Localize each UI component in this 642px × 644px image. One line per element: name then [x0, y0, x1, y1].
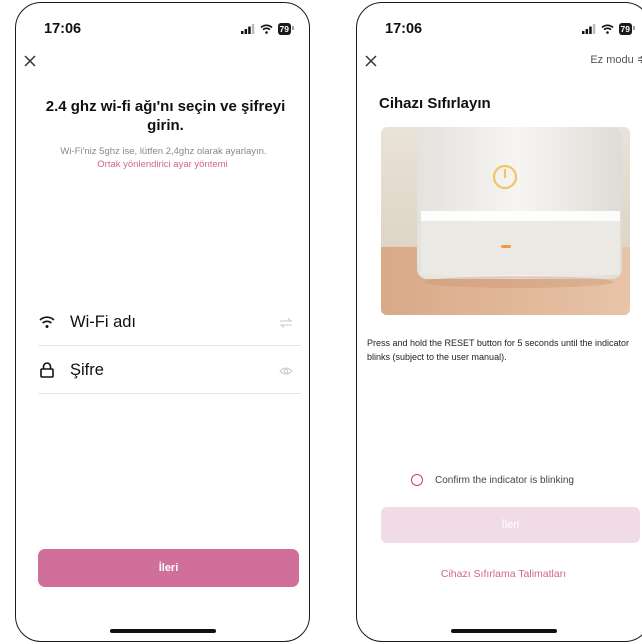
signal-icon: [582, 24, 596, 34]
close-icon[interactable]: [363, 53, 379, 69]
eye-icon[interactable]: [279, 365, 293, 377]
confirm-blinking-option[interactable]: Confirm the indicator is blinking: [411, 474, 574, 486]
signal-icon: [241, 24, 255, 34]
page-subtitle: Wi-Fi'niz 5ghz ise, lütfen 2,4ghz olarak…: [24, 146, 303, 158]
wifi-name-label: Wi-Fi adı: [70, 313, 136, 332]
next-button-disabled[interactable]: İleri: [381, 507, 640, 543]
page-title: Cihazı Sıfırlayın: [379, 95, 491, 112]
swap-icon[interactable]: [279, 317, 293, 329]
password-label: Şifre: [70, 361, 104, 380]
battery-indicator: 79: [619, 23, 632, 35]
lock-icon: [38, 361, 56, 379]
router-settings-link[interactable]: Ortak yönlendirici ayar yöntemi: [26, 159, 299, 170]
reset-instructions-link[interactable]: Cihazı Sıfırlama Talimatları: [357, 568, 642, 580]
status-icons: 79: [241, 23, 291, 35]
phone-screen-wifi: 17:06 79 2.4 ghz wi-fi ağı'nı seçin ve ş…: [15, 2, 310, 642]
status-bar: 17:06 79: [357, 3, 642, 43]
status-bar: 17:06 79: [16, 3, 309, 43]
device-photo: [381, 127, 630, 315]
home-indicator[interactable]: [110, 629, 216, 633]
phone-screen-reset: 17:06 79 Ez modu ≑ Cihazı Sıfırlayın: [356, 2, 642, 642]
battery-indicator: 79: [278, 23, 291, 35]
password-field[interactable]: Şifre: [38, 349, 301, 394]
page-title: 2.4 ghz wi-fi ağı'nı seçin ve şifreyi gi…: [36, 97, 295, 135]
status-time: 17:06: [385, 21, 422, 37]
next-button[interactable]: İleri: [38, 549, 299, 587]
status-time: 17:06: [44, 21, 81, 37]
reset-instructions: Press and hold the RESET button for 5 se…: [367, 336, 642, 364]
status-icons: 79: [582, 23, 632, 35]
ez-mode-selector[interactable]: Ez modu ≑: [590, 53, 642, 66]
wifi-name-field[interactable]: Wi-Fi adı: [38, 301, 301, 346]
wifi-status-icon: [260, 24, 273, 34]
wifi-icon: [38, 313, 56, 331]
close-icon[interactable]: [22, 53, 38, 69]
confirm-radio[interactable]: [411, 474, 423, 486]
home-indicator[interactable]: [451, 629, 557, 633]
confirm-label: Confirm the indicator is blinking: [435, 475, 574, 486]
wifi-status-icon: [601, 24, 614, 34]
